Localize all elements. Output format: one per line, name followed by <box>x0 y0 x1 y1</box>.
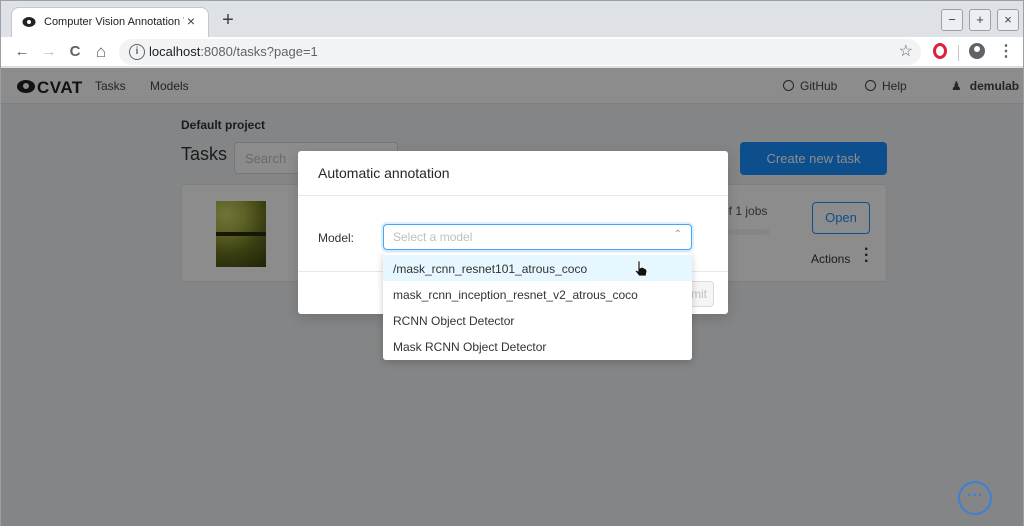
toolbar-divider <box>958 45 959 61</box>
reload-button[interactable]: C <box>64 41 86 63</box>
home-button[interactable]: ⌂ <box>90 41 112 63</box>
tab-close-icon[interactable]: × <box>182 12 200 30</box>
cvat-favicon-icon <box>22 17 36 27</box>
url-text: localhost:8080/tasks?page=1 <box>149 44 318 59</box>
model-select[interactable]: Select a model ⌃ <box>383 224 692 250</box>
forward-button[interactable]: → <box>38 41 60 63</box>
browser-tab[interactable]: Computer Vision Annotation To × <box>11 7 209 37</box>
url-host: localhost <box>149 44 201 59</box>
model-option[interactable]: mask_rcnn_inception_resnet_v2_atrous_coc… <box>383 281 692 307</box>
dialog-divider <box>298 195 728 196</box>
new-tab-button[interactable]: + <box>217 10 239 32</box>
bookmark-star-icon[interactable]: ☆ <box>899 41 913 61</box>
address-bar[interactable]: i localhost:8080/tasks?page=1 ☆ <box>119 39 921 65</box>
chat-icon[interactable]: ··· <box>958 481 992 515</box>
profile-icon[interactable] <box>969 43 985 59</box>
browser-toolbar: ← → C ⌂ i localhost:8080/tasks?page=1 ☆ <box>1 37 1023 67</box>
maximize-button[interactable]: + <box>969 9 991 31</box>
dialog-title: Automatic annotation <box>318 165 450 181</box>
back-button[interactable]: ← <box>11 41 33 63</box>
minimize-button[interactable]: − <box>941 9 963 31</box>
model-select-placeholder: Select a model <box>393 230 473 244</box>
browser-window: Computer Vision Annotation To × + − + × … <box>0 0 1024 526</box>
tab-strip: Computer Vision Annotation To × + − + × <box>1 1 1023 37</box>
chevron-up-icon: ⌃ <box>673 229 682 240</box>
model-label: Model: <box>318 231 355 245</box>
browser-menu-icon[interactable]: ⋮ <box>998 41 1014 61</box>
model-option[interactable]: RCNN Object Detector <box>383 307 692 333</box>
hand-cursor-icon <box>634 260 648 277</box>
info-icon[interactable]: i <box>129 44 145 60</box>
opera-extension-icon[interactable] <box>933 43 947 59</box>
url-path: :8080/tasks?page=1 <box>200 44 318 59</box>
model-option[interactable]: Mask RCNN Object Detector <box>383 333 692 359</box>
close-window-button[interactable]: × <box>997 9 1019 31</box>
tab-title: Computer Vision Annotation To <box>44 16 184 28</box>
